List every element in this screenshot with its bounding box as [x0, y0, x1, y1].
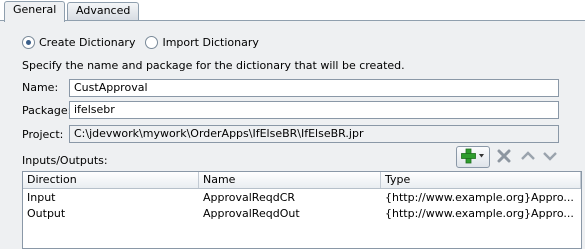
import-dictionary-radio[interactable] [145, 35, 159, 49]
table-header: Direction Name Type [23, 172, 581, 189]
tab-bar: General Advanced [0, 0, 585, 22]
cell-name: ApprovalReqdOut [203, 207, 300, 220]
add-io-button[interactable] [456, 146, 490, 168]
dictionary-mode-group: Create Dictionary Import Dictionary [22, 34, 269, 50]
column-header-type[interactable]: Type [381, 172, 581, 188]
move-down-button[interactable] [540, 146, 560, 168]
column-header-name[interactable]: Name [199, 172, 381, 188]
column-header-direction[interactable]: Direction [23, 172, 199, 188]
create-dictionary-label[interactable]: Create Dictionary [39, 36, 135, 49]
tab-general-label: General [13, 3, 57, 16]
project-label: Project: [22, 128, 64, 141]
cell-direction: Output [27, 207, 66, 220]
cell-type: {http://www.example.org}Appro... [385, 207, 574, 220]
table-row[interactable]: Output ApprovalReqdOut {http://www.examp… [23, 206, 581, 222]
io-toolbar [456, 146, 581, 168]
cell-direction: Input [27, 191, 56, 204]
delete-io-button[interactable] [494, 146, 514, 168]
tab-advanced[interactable]: Advanced [67, 2, 139, 20]
x-icon [497, 149, 511, 166]
move-up-button[interactable] [518, 146, 538, 168]
cell-name: ApprovalReqdCR [203, 191, 296, 204]
cell-type: {http://www.example.org}Appro... [385, 191, 574, 204]
package-label: Package: [22, 104, 72, 117]
import-dictionary-label[interactable]: Import Dictionary [162, 36, 258, 49]
create-dictionary-radio[interactable] [22, 35, 35, 49]
chevron-down-icon [542, 149, 558, 166]
green-plus-icon [461, 148, 485, 167]
name-label: Name: [22, 81, 59, 94]
inputs-outputs-label: Inputs/Outputs: [22, 154, 108, 167]
description-text: Specify the name and package for the dic… [22, 59, 405, 72]
chevron-up-icon [520, 149, 536, 166]
io-table: Direction Name Type Input ApprovalReqdCR… [22, 171, 582, 249]
tab-general[interactable]: General [4, 1, 65, 22]
name-field[interactable]: CustApproval [69, 79, 559, 97]
package-field[interactable]: ifelsebr [69, 101, 559, 119]
project-field: C:\jdevwork\mywork\OrderApps\IfElseBR\If… [69, 125, 559, 143]
tab-advanced-label: Advanced [76, 4, 131, 17]
table-row[interactable]: Input ApprovalReqdCR {http://www.example… [23, 190, 581, 206]
